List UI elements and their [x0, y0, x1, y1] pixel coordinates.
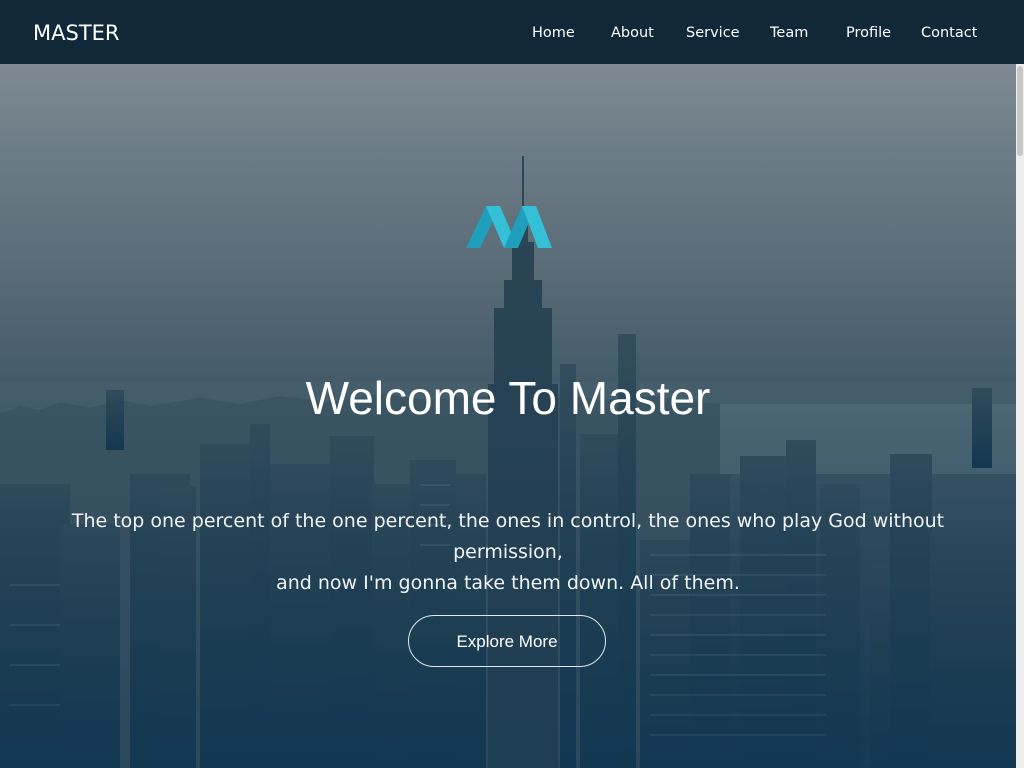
nav-item-team[interactable]: Team	[770, 22, 808, 44]
nav-item-about[interactable]: About	[611, 22, 654, 44]
master-m-logo-icon	[466, 206, 552, 248]
hero-tagline-line-1: The top one percent of the one percent, …	[71, 510, 945, 563]
hero-tagline: The top one percent of the one percent, …	[40, 506, 976, 599]
nav-item-home[interactable]: Home	[532, 22, 575, 44]
nav-item-profile[interactable]: Profile	[846, 22, 891, 44]
scrollbar-thumb[interactable]	[1017, 66, 1023, 156]
nav-item-contact[interactable]: Contact	[921, 22, 977, 44]
explore-more-button[interactable]: Explore More	[408, 615, 606, 667]
nav-menu: Home About Service Team Profile Contact	[0, 22, 1024, 44]
page-scrollbar[interactable]	[1016, 64, 1024, 768]
hero-tagline-line-2: and now I'm gonna take them down. All of…	[276, 572, 740, 594]
nav-item-service[interactable]: Service	[686, 22, 740, 44]
navbar: MASTER Home About Service Team Profile C…	[0, 0, 1024, 64]
hero-title: Welcome To Master	[305, 372, 711, 424]
hero-section: Welcome To Master The top one percent of…	[0, 64, 1016, 768]
